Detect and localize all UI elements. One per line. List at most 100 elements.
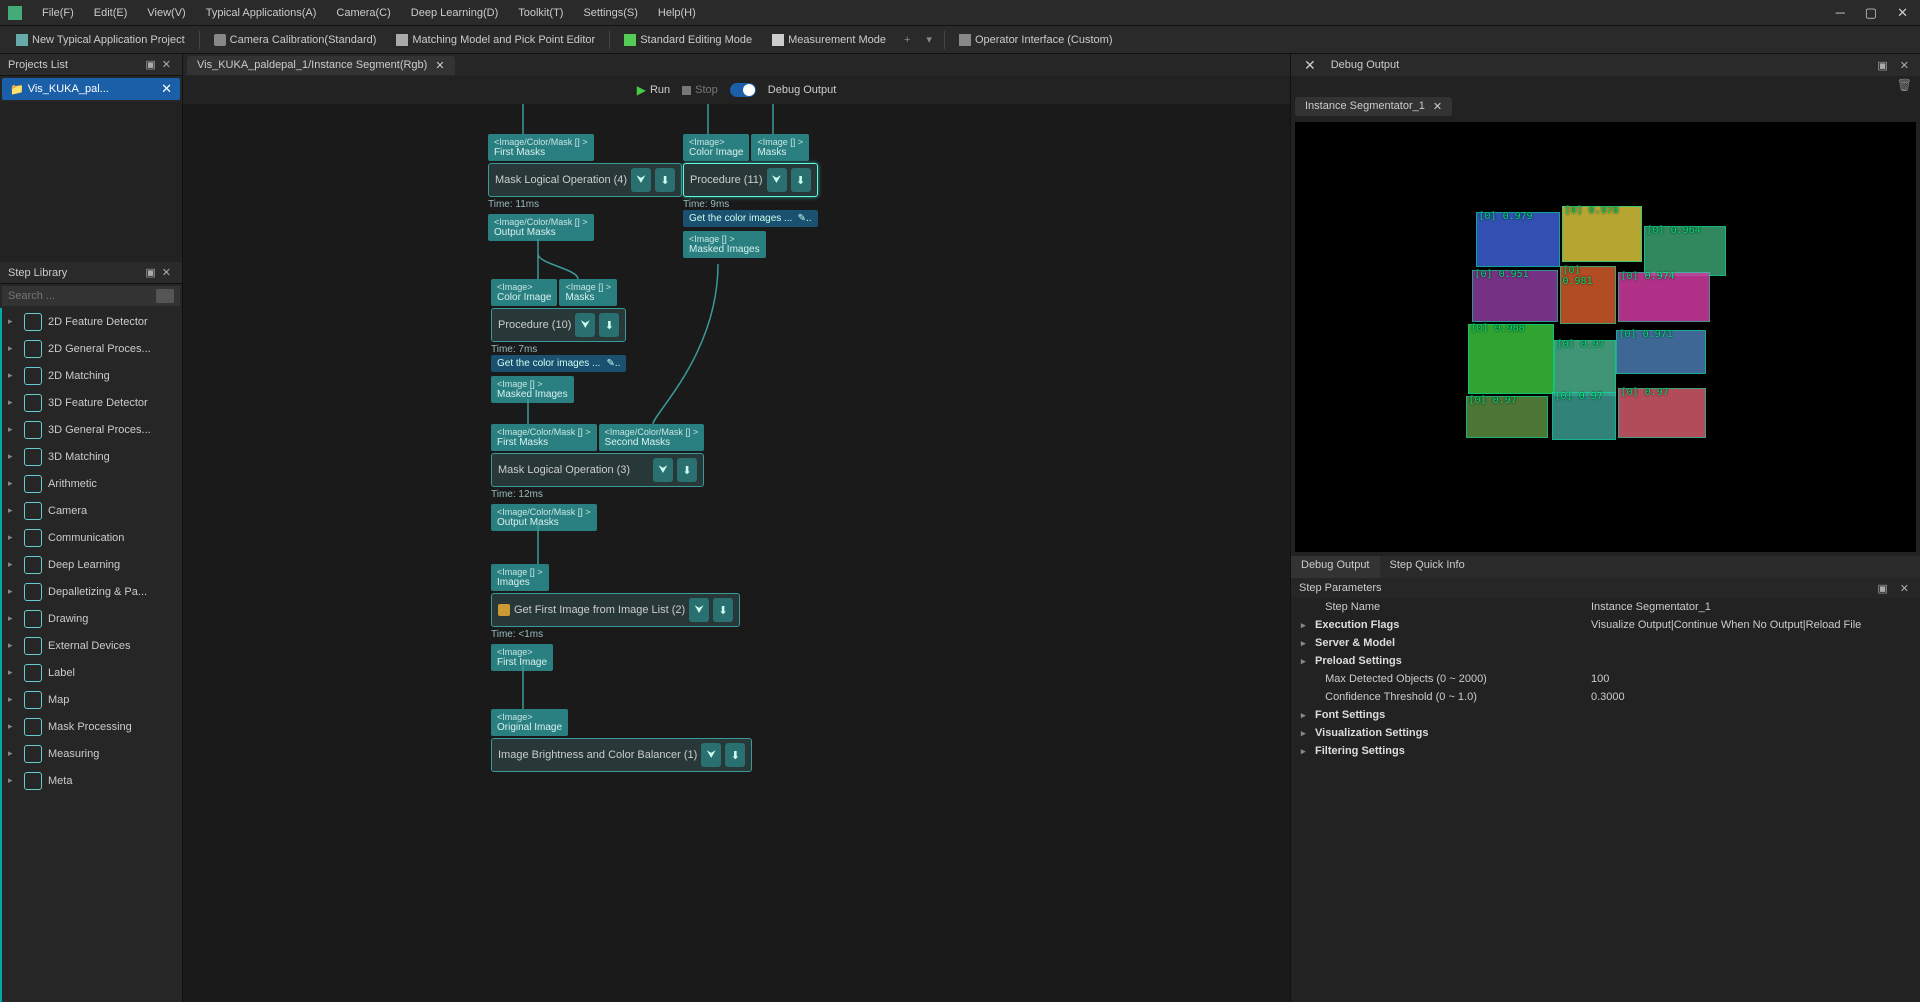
steplib-item[interactable]: ▸2D Matching xyxy=(2,362,182,389)
canvas-tab[interactable]: Vis_KUKA_paldepal_1/Instance Segment(Rgb… xyxy=(187,56,455,75)
tab-debug-output[interactable]: Debug Output xyxy=(1291,556,1380,578)
props-tabs: Debug Output Step Quick Info xyxy=(1291,556,1920,578)
stop-button[interactable]: Stop xyxy=(682,84,718,96)
steplib-item[interactable]: ▸3D General Proces... xyxy=(2,416,182,443)
matching-model-button[interactable]: Matching Model and Pick Point Editor xyxy=(388,32,603,48)
property-row[interactable]: ▸Font Settings xyxy=(1291,706,1920,724)
node-mask-logical-4[interactable]: <Image/Color/Mask [] >First Masks Mask L… xyxy=(488,134,682,241)
run-node-icon[interactable]: ⬇ xyxy=(677,458,697,482)
projects-close[interactable]: ✕ xyxy=(159,58,174,71)
run-node-icon[interactable]: ⬇ xyxy=(791,168,811,192)
projects-popout[interactable]: ▣ xyxy=(142,58,158,71)
node-sub-step[interactable]: Get the color images ...✎.. xyxy=(683,210,818,227)
steplib-item-label: Communication xyxy=(48,532,124,544)
expand-icon[interactable]: ⮟ xyxy=(701,743,721,767)
node-brightness-balancer[interactable]: <Image>Original Image Image Brightness a… xyxy=(491,709,752,774)
steplib-item[interactable]: ▸Arithmetic xyxy=(2,470,182,497)
menu-typical[interactable]: Typical Applications(A) xyxy=(196,7,327,19)
operator-interface-button[interactable]: Operator Interface (Custom) xyxy=(951,32,1121,48)
window-close[interactable]: ✕ xyxy=(1893,5,1912,21)
steplib-item[interactable]: ▸2D General Proces... xyxy=(2,335,182,362)
debug-close[interactable]: ✕ xyxy=(1897,59,1912,72)
category-icon xyxy=(24,556,42,574)
property-row[interactable]: Max Detected Objects (0 ~ 2000)100 xyxy=(1291,670,1920,688)
steplib-item[interactable]: ▸Depalletizing & Pa... xyxy=(2,578,182,605)
standard-editing-button[interactable]: Standard Editing Mode xyxy=(616,32,760,48)
expand-icon[interactable]: ⮟ xyxy=(689,598,709,622)
project-tab-close[interactable]: ✕ xyxy=(161,81,172,97)
node-procedure-11[interactable]: <Image>Color Image<Image [] >Masks Proce… xyxy=(683,134,818,258)
steplib-item[interactable]: ▸Mask Processing xyxy=(2,713,182,740)
chevron-right-icon: ▸ xyxy=(8,316,18,327)
steplib-search[interactable] xyxy=(2,286,180,306)
window-minimize[interactable]: ─ xyxy=(1832,5,1849,21)
segmentator-tab[interactable]: Instance Segmentator_1 ✕ xyxy=(1295,97,1452,116)
menu-settings[interactable]: Settings(S) xyxy=(573,7,647,19)
tab-step-quick-info[interactable]: Step Quick Info xyxy=(1380,556,1475,578)
canvas-tab-close[interactable]: ✕ xyxy=(435,59,444,72)
property-row[interactable]: ▸Execution FlagsVisualize Output|Continu… xyxy=(1291,616,1920,634)
params-close[interactable]: ✕ xyxy=(1897,582,1912,595)
new-project-button[interactable]: New Typical Application Project xyxy=(8,32,193,48)
params-popout[interactable]: ▣ xyxy=(1874,582,1890,595)
run-node-icon[interactable]: ⬇ xyxy=(655,168,675,192)
steplib-item[interactable]: ▸External Devices xyxy=(2,632,182,659)
menu-file[interactable]: File(F) xyxy=(32,7,84,19)
expand-icon[interactable]: ⮟ xyxy=(653,458,673,482)
steplib-item[interactable]: ▸Deep Learning xyxy=(2,551,182,578)
debug-toggle[interactable] xyxy=(730,83,756,97)
search-options[interactable] xyxy=(156,289,174,303)
expand-icon[interactable]: ⮟ xyxy=(575,313,595,337)
run-button[interactable]: ▶Run xyxy=(637,83,670,97)
debug-popout[interactable]: ▣ xyxy=(1874,59,1890,72)
node-sub-step[interactable]: Get the color images ...✎.. xyxy=(491,355,626,372)
menu-camera[interactable]: Camera(C) xyxy=(326,7,400,19)
node-procedure-10[interactable]: <Image>Color Image<Image [] >Masks Proce… xyxy=(491,279,626,403)
expand-icon[interactable]: ⮟ xyxy=(631,168,651,192)
edit-icon[interactable]: ✎.. xyxy=(606,358,620,369)
property-row[interactable]: ▸Visualization Settings xyxy=(1291,724,1920,742)
property-row[interactable]: ▸Preload Settings xyxy=(1291,652,1920,670)
toolbar-more[interactable]: ▾ xyxy=(920,33,938,46)
property-row[interactable]: ▸Server & Model xyxy=(1291,634,1920,652)
node-mask-logical-3[interactable]: <Image/Color/Mask [] >First Masks<Image/… xyxy=(491,424,704,531)
menu-toolkit[interactable]: Toolkit(T) xyxy=(508,7,573,19)
menu-edit[interactable]: Edit(E) xyxy=(84,7,138,19)
steplib-item[interactable]: ▸Measuring xyxy=(2,740,182,767)
steplib-item[interactable]: ▸3D Matching xyxy=(2,443,182,470)
toolbar-add[interactable]: + xyxy=(898,34,916,46)
menu-view[interactable]: View(V) xyxy=(137,7,195,19)
project-tab[interactable]: 📁 Vis_KUKA_pal... ✕ xyxy=(2,78,180,100)
property-row[interactable]: ▸Filtering Settings xyxy=(1291,742,1920,760)
camera-calibration-button[interactable]: Camera Calibration(Standard) xyxy=(206,32,385,48)
property-row[interactable]: Confidence Threshold (0 ~ 1.0)0.3000 xyxy=(1291,688,1920,706)
segmentation-viewport[interactable]: [0] 0.979[0] 0.978[0] 0.964[0] 0.951[0] … xyxy=(1295,122,1916,552)
steplib-item[interactable]: ▸2D Feature Detector xyxy=(2,308,182,335)
trash-icon[interactable]: 🗑 xyxy=(1897,78,1912,92)
measurement-mode-button[interactable]: Measurement Mode xyxy=(764,32,894,48)
steplib-item[interactable]: ▸Meta xyxy=(2,767,182,794)
steplib-close[interactable]: ✕ xyxy=(159,266,174,279)
expand-icon[interactable]: ⮟ xyxy=(767,168,787,192)
debug-close-left[interactable]: ✕ xyxy=(1299,57,1321,74)
steplib-item[interactable]: ▸Map xyxy=(2,686,182,713)
window-maximize[interactable]: ▢ xyxy=(1861,5,1881,21)
steplib-item[interactable]: ▸Camera xyxy=(2,497,182,524)
search-input[interactable] xyxy=(8,290,156,302)
run-node-icon[interactable]: ⬇ xyxy=(713,598,733,622)
steplib-item[interactable]: ▸Drawing xyxy=(2,605,182,632)
node-canvas[interactable]: <Image/Color/Mask [] >First Masks Mask L… xyxy=(183,104,1290,1002)
steplib-item[interactable]: ▸Communication xyxy=(2,524,182,551)
menu-deep[interactable]: Deep Learning(D) xyxy=(401,7,508,19)
edit-icon[interactable]: ✎.. xyxy=(798,213,812,224)
steplib-item[interactable]: ▸Label xyxy=(2,659,182,686)
node-get-first-image[interactable]: <Image [] >Images Get First Image from I… xyxy=(491,564,740,671)
property-key: Filtering Settings xyxy=(1315,745,1405,757)
property-row[interactable]: Step NameInstance Segmentator_1 xyxy=(1291,598,1920,616)
steplib-item[interactable]: ▸3D Feature Detector xyxy=(2,389,182,416)
seg-tab-close[interactable]: ✕ xyxy=(1433,100,1442,113)
steplib-popout[interactable]: ▣ xyxy=(142,266,158,279)
run-node-icon[interactable]: ⬇ xyxy=(599,313,619,337)
menu-help[interactable]: Help(H) xyxy=(648,7,706,19)
run-node-icon[interactable]: ⬇ xyxy=(725,743,745,767)
